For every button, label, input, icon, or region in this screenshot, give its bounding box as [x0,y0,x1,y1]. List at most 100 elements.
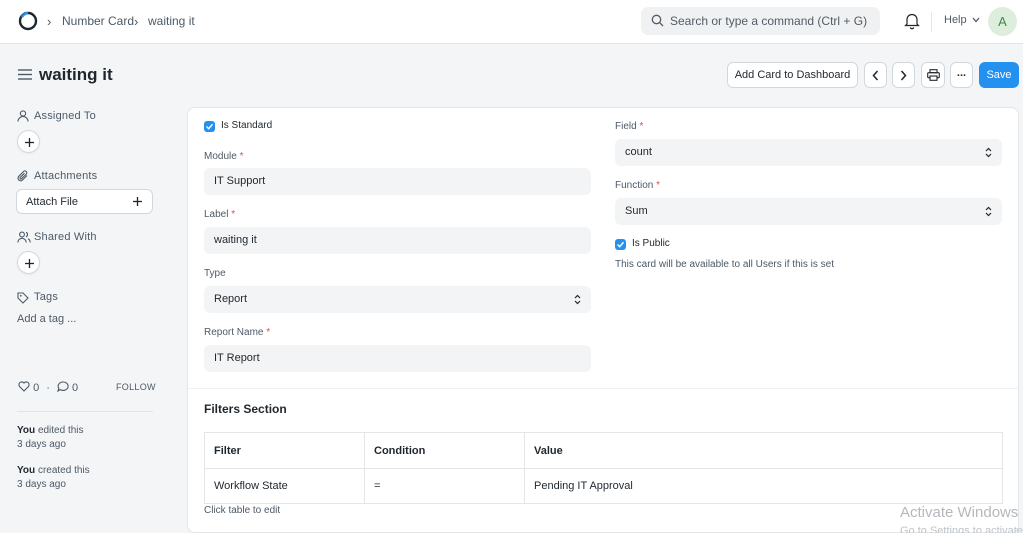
next-button[interactable] [892,62,915,88]
comment-icon[interactable] [57,381,69,393]
is-standard-label: Is Standard [221,120,273,131]
add-share-button[interactable] [17,251,40,274]
follow-button[interactable]: FOLLOW [116,382,156,392]
search-placeholder: Search or type a command (Ctrl + G) [670,14,868,28]
chevron-right-icon: › [47,14,52,29]
watermark-title: Activate Windows [900,504,1019,521]
page-title: waiting it [39,65,113,84]
add-card-to-dashboard-button[interactable]: Add Card to Dashboard [727,62,858,88]
column-header-value: Value [524,432,1003,469]
column-header-filter: Filter [204,432,365,469]
windows-activation-watermark: Activate Windows Go to Settings to activ… [900,504,1023,533]
app-logo-icon[interactable] [18,11,38,31]
filters-table[interactable]: Filter Condition Value Workflow State = … [204,432,1003,504]
shared-with-label: Shared With [34,231,97,243]
table-cell[interactable]: = [364,468,525,504]
user-avatar[interactable]: A [988,7,1017,36]
report-name-label: Report Name * [204,327,271,338]
table-cell[interactable]: Pending IT Approval [524,468,1003,504]
is-public-label: Is Public [632,238,670,249]
plus-icon [25,138,34,147]
bell-icon[interactable] [904,12,920,30]
field-select[interactable]: count [615,139,1002,166]
dot-separator: · [46,382,50,394]
paperclip-icon [17,170,28,182]
is-public-checkbox[interactable] [615,239,626,250]
activity-time: 3 days ago [17,479,66,490]
section-divider [188,388,1018,389]
report-name-value: IT Report [214,352,260,364]
sidebar-toggle-icon[interactable] [18,69,32,80]
user-icon [17,110,29,122]
filters-section-title[interactable]: Filters Section [204,402,287,416]
activity-action: edited this [37,425,84,436]
function-select[interactable]: Sum [615,198,1002,225]
table-cell[interactable]: Workflow State [204,468,365,504]
module-value: IT Support [214,175,266,187]
checkmark-icon [205,123,214,130]
chevron-left-icon [872,70,879,80]
more-options-button[interactable]: ... [950,62,973,88]
checkmark-icon [616,241,625,248]
previous-button[interactable] [864,62,887,88]
activity-item: You created this 3 days ago [17,464,90,492]
engagement-counts: 0 · 0 [18,381,78,394]
function-value: Sum [625,205,648,217]
select-arrows-icon [985,147,992,158]
breadcrumb-number-card[interactable]: Number Card [62,14,134,28]
help-dropdown[interactable]: Help [944,14,980,26]
plus-icon [25,259,34,268]
tags-label: Tags [34,291,59,303]
users-icon [17,231,31,243]
comment-count: 0 [72,382,79,394]
plus-icon [133,197,142,206]
top-navbar: › Number Card › waiting it Search or typ… [0,0,1023,44]
table-header-row: Filter Condition Value [204,432,1003,469]
label-value: waiting it [214,234,257,246]
attach-file-label: Attach File [26,196,78,208]
report-name-field[interactable]: IT Report [204,345,591,372]
search-icon [651,14,664,27]
label-field[interactable]: waiting it [204,227,591,254]
sidebar-divider [17,411,153,412]
heart-icon[interactable] [18,381,30,392]
print-button[interactable] [921,62,945,88]
is-public-description: This card will be available to all Users… [615,259,834,270]
search-bar[interactable]: Search or type a command (Ctrl + G) [641,7,880,35]
attach-file-button[interactable]: Attach File [16,189,153,214]
activity-user: You [17,425,36,436]
column-header-condition: Condition [364,432,525,469]
table-row[interactable]: Workflow State = Pending IT Approval [204,468,1003,504]
add-assignee-button[interactable] [17,130,40,153]
activity-time: 3 days ago [17,439,66,450]
assigned-to-label: Assigned To [34,110,96,122]
field-value: count [625,146,652,158]
attachments-label: Attachments [34,170,98,182]
table-edit-hint: Click table to edit [204,505,281,516]
is-standard-checkbox[interactable] [204,121,215,132]
activity-action: created this [37,465,90,476]
chevron-right-icon [900,70,907,80]
type-select[interactable]: Report [204,286,591,313]
help-label: Help [944,14,967,26]
label-label: Label * [204,209,236,220]
select-arrows-icon [985,206,992,217]
chevron-right-icon: › [134,14,139,29]
activity-user: You [17,465,36,476]
type-value: Report [214,293,248,305]
watermark-subtitle: Go to Settings to activate Windows. [900,525,1023,533]
tag-icon [17,292,29,304]
function-label: Function * [615,180,661,191]
chevron-down-icon [972,17,980,23]
activity-item: You edited this 3 days ago [17,424,84,452]
breadcrumb-current[interactable]: waiting it [148,14,195,28]
module-field[interactable]: IT Support [204,168,591,195]
field-label: Field * [615,121,644,132]
type-label: Type [204,268,226,279]
module-label: Module * [204,151,244,162]
select-arrows-icon [574,294,581,305]
navbar-divider [931,12,932,32]
add-tag-link[interactable]: Add a tag ... [17,313,76,325]
save-button[interactable]: Save [979,62,1019,88]
like-count: 0 [33,382,40,394]
